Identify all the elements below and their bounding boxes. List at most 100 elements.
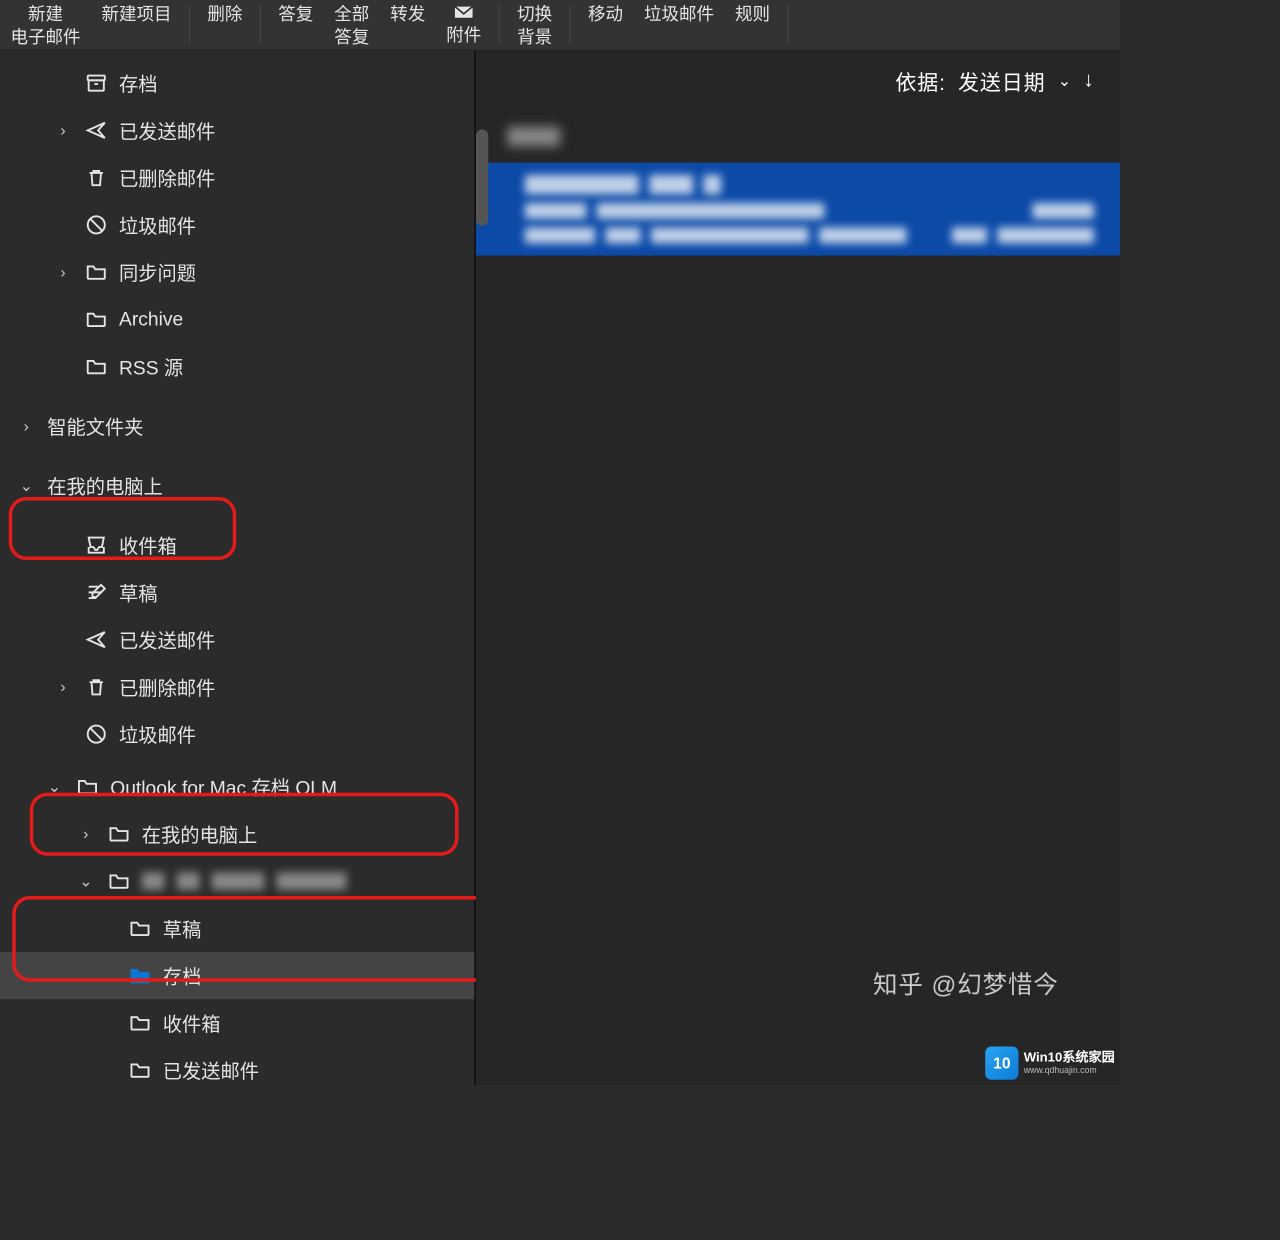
sidebar-item-sent-local[interactable]: 已发送邮件 [0, 616, 474, 663]
separator [260, 5, 261, 44]
main-area: 存档 › 已发送邮件 已删除邮件 垃圾邮件 › 同步问题 Archive [0, 51, 1120, 1085]
message-subject-redacted [525, 203, 1094, 219]
sidebar-item-inbox[interactable]: 收件箱 [0, 522, 474, 569]
label: 已发送邮件 [119, 626, 474, 654]
folder-icon [128, 1058, 153, 1083]
sidebar-item-archive-on-computer[interactable]: › 在我的电脑上 [0, 810, 474, 857]
chevron-right-icon[interactable]: › [53, 678, 74, 696]
sidebar-item-archive-blurred[interactable]: ⌄ [0, 858, 474, 905]
chevron-right-icon[interactable]: › [16, 417, 37, 435]
sidebar-item-deep-archive[interactable]: 存档 [0, 952, 474, 999]
sidebar-item-archive-en[interactable]: Archive [0, 296, 474, 343]
toolbar: 新建 电子邮件 新建项目 删除 答复 全部 答复 转发 附件 切换 背景 移动 … [0, 0, 1120, 51]
label: 收件箱 [163, 1009, 475, 1037]
junk-icon [84, 213, 109, 238]
label: 垃圾邮件 [119, 720, 474, 748]
sidebar-item-junk[interactable]: 垃圾邮件 [0, 201, 474, 248]
label-redacted [142, 872, 475, 890]
label: Outlook for Mac 存档 OLM [110, 773, 474, 801]
junk-button[interactable]: 垃圾邮件 [637, 2, 721, 28]
junk-icon [84, 722, 109, 747]
label: 已删除邮件 [119, 164, 474, 192]
reply-all-button[interactable]: 全部 答复 [327, 2, 376, 51]
label: 已发送邮件 [163, 1056, 475, 1084]
separator [499, 5, 500, 44]
move-button[interactable]: 移动 [581, 2, 630, 28]
sort-bar[interactable]: 依据: 发送日期 ⌄ ↓ [476, 51, 1120, 111]
folder-icon [84, 307, 109, 332]
separator [189, 5, 190, 44]
sidebar-item-deep-drafts[interactable]: 草稿 [0, 905, 474, 952]
folder-icon [84, 260, 109, 285]
label: 规则 [735, 4, 770, 27]
attachment-button[interactable]: 附件 [439, 2, 488, 49]
sort-direction-icon[interactable]: ↓ [1083, 68, 1094, 93]
sidebar-item-rss[interactable]: RSS 源 [0, 343, 474, 390]
label: 全部 [334, 4, 369, 27]
badge-icon: 10 [985, 1047, 1018, 1080]
toggle-bg-button[interactable]: 切换 背景 [510, 2, 559, 51]
label: 已删除邮件 [119, 673, 474, 701]
chevron-right-icon[interactable]: › [53, 263, 74, 281]
send-icon [84, 627, 109, 652]
folder-icon [84, 354, 109, 379]
sidebar-item-drafts[interactable]: 草稿 [0, 569, 474, 616]
message-row-selected[interactable] [476, 163, 1120, 256]
label: 电子邮件 [11, 26, 81, 49]
sidebar-item-archive[interactable]: 存档 [0, 60, 474, 107]
chevron-down-icon[interactable]: ⌄ [1058, 71, 1071, 89]
chevron-down-icon[interactable]: ⌄ [44, 777, 65, 795]
sidebar-section-smart-folders[interactable]: › 智能文件夹 [0, 403, 474, 450]
label: 同步问题 [119, 258, 474, 286]
chevron-down-icon[interactable]: ⌄ [75, 872, 96, 890]
message-row[interactable] [476, 110, 1120, 163]
new-mail-button[interactable]: 新建 电子邮件 [4, 2, 88, 51]
sidebar-item-sync-issues[interactable]: › 同步问题 [0, 249, 474, 296]
trash-icon [84, 675, 109, 700]
label: 切换 [517, 4, 552, 27]
chevron-right-icon[interactable]: › [75, 825, 96, 843]
folder-icon [128, 963, 153, 988]
watermark-url: www.qdhuajin.com [1024, 1066, 1115, 1076]
forward-button[interactable]: 转发 [383, 2, 432, 28]
sidebar-item-deep-sent[interactable]: 已发送邮件 [0, 1047, 474, 1094]
watermark-title: Win10系统家园 [1024, 1051, 1115, 1065]
inbox-icon [84, 533, 109, 558]
new-item-button[interactable]: 新建项目 [95, 2, 179, 28]
sidebar-item-deleted-local[interactable]: › 已删除邮件 [0, 663, 474, 710]
label: 答复 [334, 26, 369, 49]
sidebar-section-outlook-archive[interactable]: ⌄ Outlook for Mac 存档 OLM [0, 763, 474, 810]
folder-sidebar: 存档 › 已发送邮件 已删除邮件 垃圾邮件 › 同步问题 Archive [0, 51, 476, 1085]
sidebar-section-on-my-computer[interactable]: ⌄ 在我的电脑上 [0, 462, 474, 509]
sidebar-item-junk-local[interactable]: 垃圾邮件 [0, 711, 474, 758]
label: 背景 [517, 26, 552, 49]
label: 答复 [278, 4, 313, 27]
label: 在我的电脑上 [142, 820, 475, 848]
label: 收件箱 [119, 531, 474, 559]
label: 新建 [28, 4, 63, 27]
label: 转发 [390, 4, 425, 27]
chevron-right-icon[interactable]: › [53, 121, 74, 139]
rules-button[interactable]: 规则 [728, 2, 777, 28]
send-icon [84, 118, 109, 143]
label: 草稿 [119, 578, 474, 606]
delete-button[interactable]: 删除 [200, 2, 249, 28]
message-preview-redacted [525, 228, 1094, 244]
label: 草稿 [163, 914, 475, 942]
sidebar-item-sent[interactable]: › 已发送邮件 [0, 107, 474, 154]
label: 智能文件夹 [47, 412, 474, 440]
label: 新建项目 [102, 4, 172, 27]
label: RSS 源 [119, 353, 474, 381]
sidebar-item-deleted[interactable]: 已删除邮件 [0, 154, 474, 201]
separator [788, 5, 789, 44]
sidebar-item-deep-inbox[interactable]: 收件箱 [0, 999, 474, 1046]
label: 删除 [207, 4, 242, 27]
archive-box-icon [84, 71, 109, 96]
label: 存档 [163, 962, 475, 990]
reply-button[interactable]: 答复 [271, 2, 320, 28]
chevron-down-icon[interactable]: ⌄ [16, 476, 37, 494]
scrollbar[interactable] [476, 130, 488, 226]
folder-icon [107, 822, 132, 847]
drafts-icon [84, 580, 109, 605]
label: 附件 [446, 25, 481, 48]
